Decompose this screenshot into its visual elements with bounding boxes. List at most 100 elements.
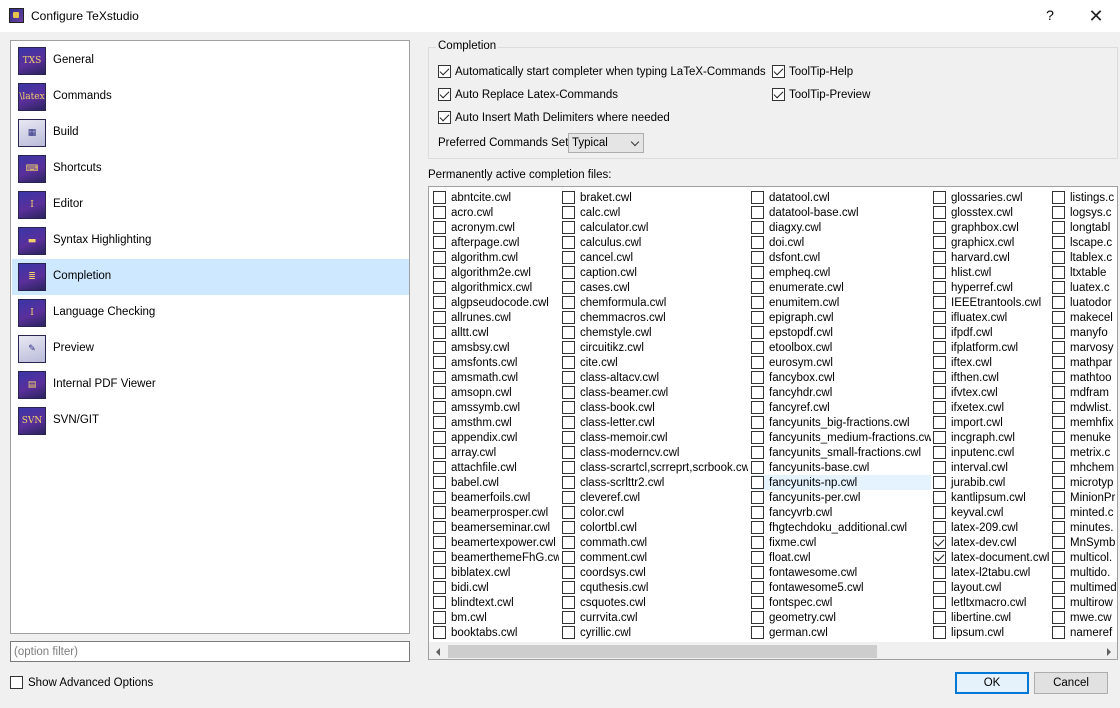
- completion-file-checkbox[interactable]: [933, 386, 946, 399]
- sidebar-item-syntax-highlighting[interactable]: ▬ Syntax Highlighting: [12, 223, 409, 259]
- completion-file-checkbox[interactable]: [562, 221, 575, 234]
- completion-file-item[interactable]: import.cwl: [933, 415, 1049, 430]
- completion-file-item[interactable]: metrix.c: [1052, 445, 1117, 460]
- sidebar-item-completion[interactable]: ≣ Completion: [12, 259, 409, 295]
- completion-file-item[interactable]: diagxy.cwl: [751, 220, 931, 235]
- completion-file-checkbox[interactable]: [933, 506, 946, 519]
- completion-file-checkbox[interactable]: [751, 281, 764, 294]
- completion-file-item[interactable]: datatool-base.cwl: [751, 205, 931, 220]
- completion-file-checkbox[interactable]: [433, 611, 446, 624]
- completion-file-item[interactable]: hyperref.cwl: [933, 280, 1049, 295]
- completion-file-checkbox[interactable]: [562, 521, 575, 534]
- completion-file-item[interactable]: etoolbox.cwl: [751, 340, 931, 355]
- tooltip-help-checkbox[interactable]: [772, 65, 785, 78]
- sidebar-item-internal-pdf-viewer[interactable]: ▤ Internal PDF Viewer: [12, 367, 409, 403]
- completion-file-checkbox[interactable]: [751, 401, 764, 414]
- completion-file-checkbox[interactable]: [562, 551, 575, 564]
- completion-file-item[interactable]: calculus.cwl: [562, 235, 748, 250]
- completion-file-checkbox[interactable]: [562, 596, 575, 609]
- completion-file-checkbox[interactable]: [751, 536, 764, 549]
- completion-file-item[interactable]: hlist.cwl: [933, 265, 1049, 280]
- completion-file-item[interactable]: geometry.cwl: [751, 610, 931, 625]
- completion-file-item[interactable]: chemmacros.cwl: [562, 310, 748, 325]
- completion-file-checkbox[interactable]: [433, 431, 446, 444]
- completion-file-item[interactable]: amsbsy.cwl: [433, 340, 559, 355]
- completion-file-item[interactable]: acro.cwl: [433, 205, 559, 220]
- completion-file-item[interactable]: german.cwl: [751, 625, 931, 640]
- completion-file-checkbox[interactable]: [562, 371, 575, 384]
- completion-file-item[interactable]: attachfile.cwl: [433, 460, 559, 475]
- completion-file-item[interactable]: commath.cwl: [562, 535, 748, 550]
- completion-file-checkbox[interactable]: [751, 371, 764, 384]
- completion-file-item[interactable]: bm.cwl: [433, 610, 559, 625]
- completion-file-checkbox[interactable]: [433, 356, 446, 369]
- completion-file-item[interactable]: marvosy: [1052, 340, 1117, 355]
- completion-file-checkbox[interactable]: [933, 326, 946, 339]
- completion-file-checkbox[interactable]: [751, 221, 764, 234]
- completion-file-item[interactable]: doi.cwl: [751, 235, 931, 250]
- completion-file-item[interactable]: MinionPr: [1052, 490, 1117, 505]
- completion-file-checkbox[interactable]: [562, 401, 575, 414]
- completion-file-checkbox[interactable]: [751, 191, 764, 204]
- completion-file-checkbox[interactable]: [751, 311, 764, 324]
- completion-file-item[interactable]: fancyref.cwl: [751, 400, 931, 415]
- completion-file-item[interactable]: algorithm.cwl: [433, 250, 559, 265]
- completion-file-checkbox[interactable]: [1052, 551, 1065, 564]
- completion-file-item[interactable]: lipsum.cwl: [933, 625, 1049, 640]
- completion-file-item[interactable]: amssymb.cwl: [433, 400, 559, 415]
- completion-file-checkbox[interactable]: [933, 236, 946, 249]
- completion-file-checkbox[interactable]: [751, 491, 764, 504]
- completion-file-checkbox[interactable]: [1052, 596, 1065, 609]
- completion-file-item[interactable]: logsys.c: [1052, 205, 1117, 220]
- completion-file-checkbox[interactable]: [433, 536, 446, 549]
- completion-file-checkbox[interactable]: [933, 356, 946, 369]
- completion-file-item[interactable]: mathtoo: [1052, 370, 1117, 385]
- completion-file-item[interactable]: fontawesome.cwl: [751, 565, 931, 580]
- completion-file-checkbox[interactable]: [751, 266, 764, 279]
- completion-file-item[interactable]: algorithmicx.cwl: [433, 280, 559, 295]
- completion-file-item[interactable]: fancyunits-base.cwl: [751, 460, 931, 475]
- completion-file-checkbox[interactable]: [433, 581, 446, 594]
- completion-file-checkbox[interactable]: [751, 206, 764, 219]
- completion-file-item[interactable]: currvita.cwl: [562, 610, 748, 625]
- completion-file-checkbox[interactable]: [933, 416, 946, 429]
- completion-file-item[interactable]: latex-dev.cwl: [933, 535, 1049, 550]
- completion-file-item[interactable]: minted.c: [1052, 505, 1117, 520]
- completion-file-checkbox[interactable]: [562, 506, 575, 519]
- completion-file-item[interactable]: class-moderncv.cwl: [562, 445, 748, 460]
- completion-file-item[interactable]: memhfix: [1052, 415, 1117, 430]
- completion-file-item[interactable]: class-memoir.cwl: [562, 430, 748, 445]
- completion-file-item[interactable]: fontspec.cwl: [751, 595, 931, 610]
- completion-file-item[interactable]: ifthen.cwl: [933, 370, 1049, 385]
- completion-file-checkbox[interactable]: [562, 386, 575, 399]
- completion-file-checkbox[interactable]: [933, 611, 946, 624]
- sidebar-item-build[interactable]: ▦ Build: [12, 115, 409, 151]
- completion-file-checkbox[interactable]: [751, 581, 764, 594]
- completion-file-checkbox[interactable]: [433, 461, 446, 474]
- completion-file-checkbox[interactable]: [562, 491, 575, 504]
- completion-file-checkbox[interactable]: [433, 386, 446, 399]
- completion-file-checkbox[interactable]: [1052, 461, 1065, 474]
- completion-file-item[interactable]: luatex.c: [1052, 280, 1117, 295]
- completion-file-item[interactable]: beamerthemeFhG.cwl: [433, 550, 559, 565]
- auto-insert-math-checkbox[interactable]: [438, 111, 451, 124]
- completion-file-item[interactable]: makecel: [1052, 310, 1117, 325]
- completion-file-item[interactable]: abntcite.cwl: [433, 190, 559, 205]
- completion-file-checkbox[interactable]: [433, 551, 446, 564]
- completion-file-item[interactable]: mwe.cw: [1052, 610, 1117, 625]
- completion-file-item[interactable]: amsfonts.cwl: [433, 355, 559, 370]
- completion-file-checkbox[interactable]: [933, 566, 946, 579]
- completion-file-item[interactable]: colortbl.cwl: [562, 520, 748, 535]
- completion-file-checkbox[interactable]: [933, 191, 946, 204]
- completion-file-item[interactable]: cancel.cwl: [562, 250, 748, 265]
- completion-file-item[interactable]: algorithm2e.cwl: [433, 265, 559, 280]
- completion-file-checkbox[interactable]: [433, 506, 446, 519]
- completion-file-item[interactable]: fancyunits_small-fractions.cwl: [751, 445, 931, 460]
- completion-file-checkbox[interactable]: [933, 581, 946, 594]
- completion-file-checkbox[interactable]: [933, 596, 946, 609]
- completion-file-item[interactable]: afterpage.cwl: [433, 235, 559, 250]
- completion-file-item[interactable]: multido.: [1052, 565, 1117, 580]
- completion-file-checkbox[interactable]: [933, 311, 946, 324]
- completion-file-checkbox[interactable]: [933, 431, 946, 444]
- completion-file-checkbox[interactable]: [751, 236, 764, 249]
